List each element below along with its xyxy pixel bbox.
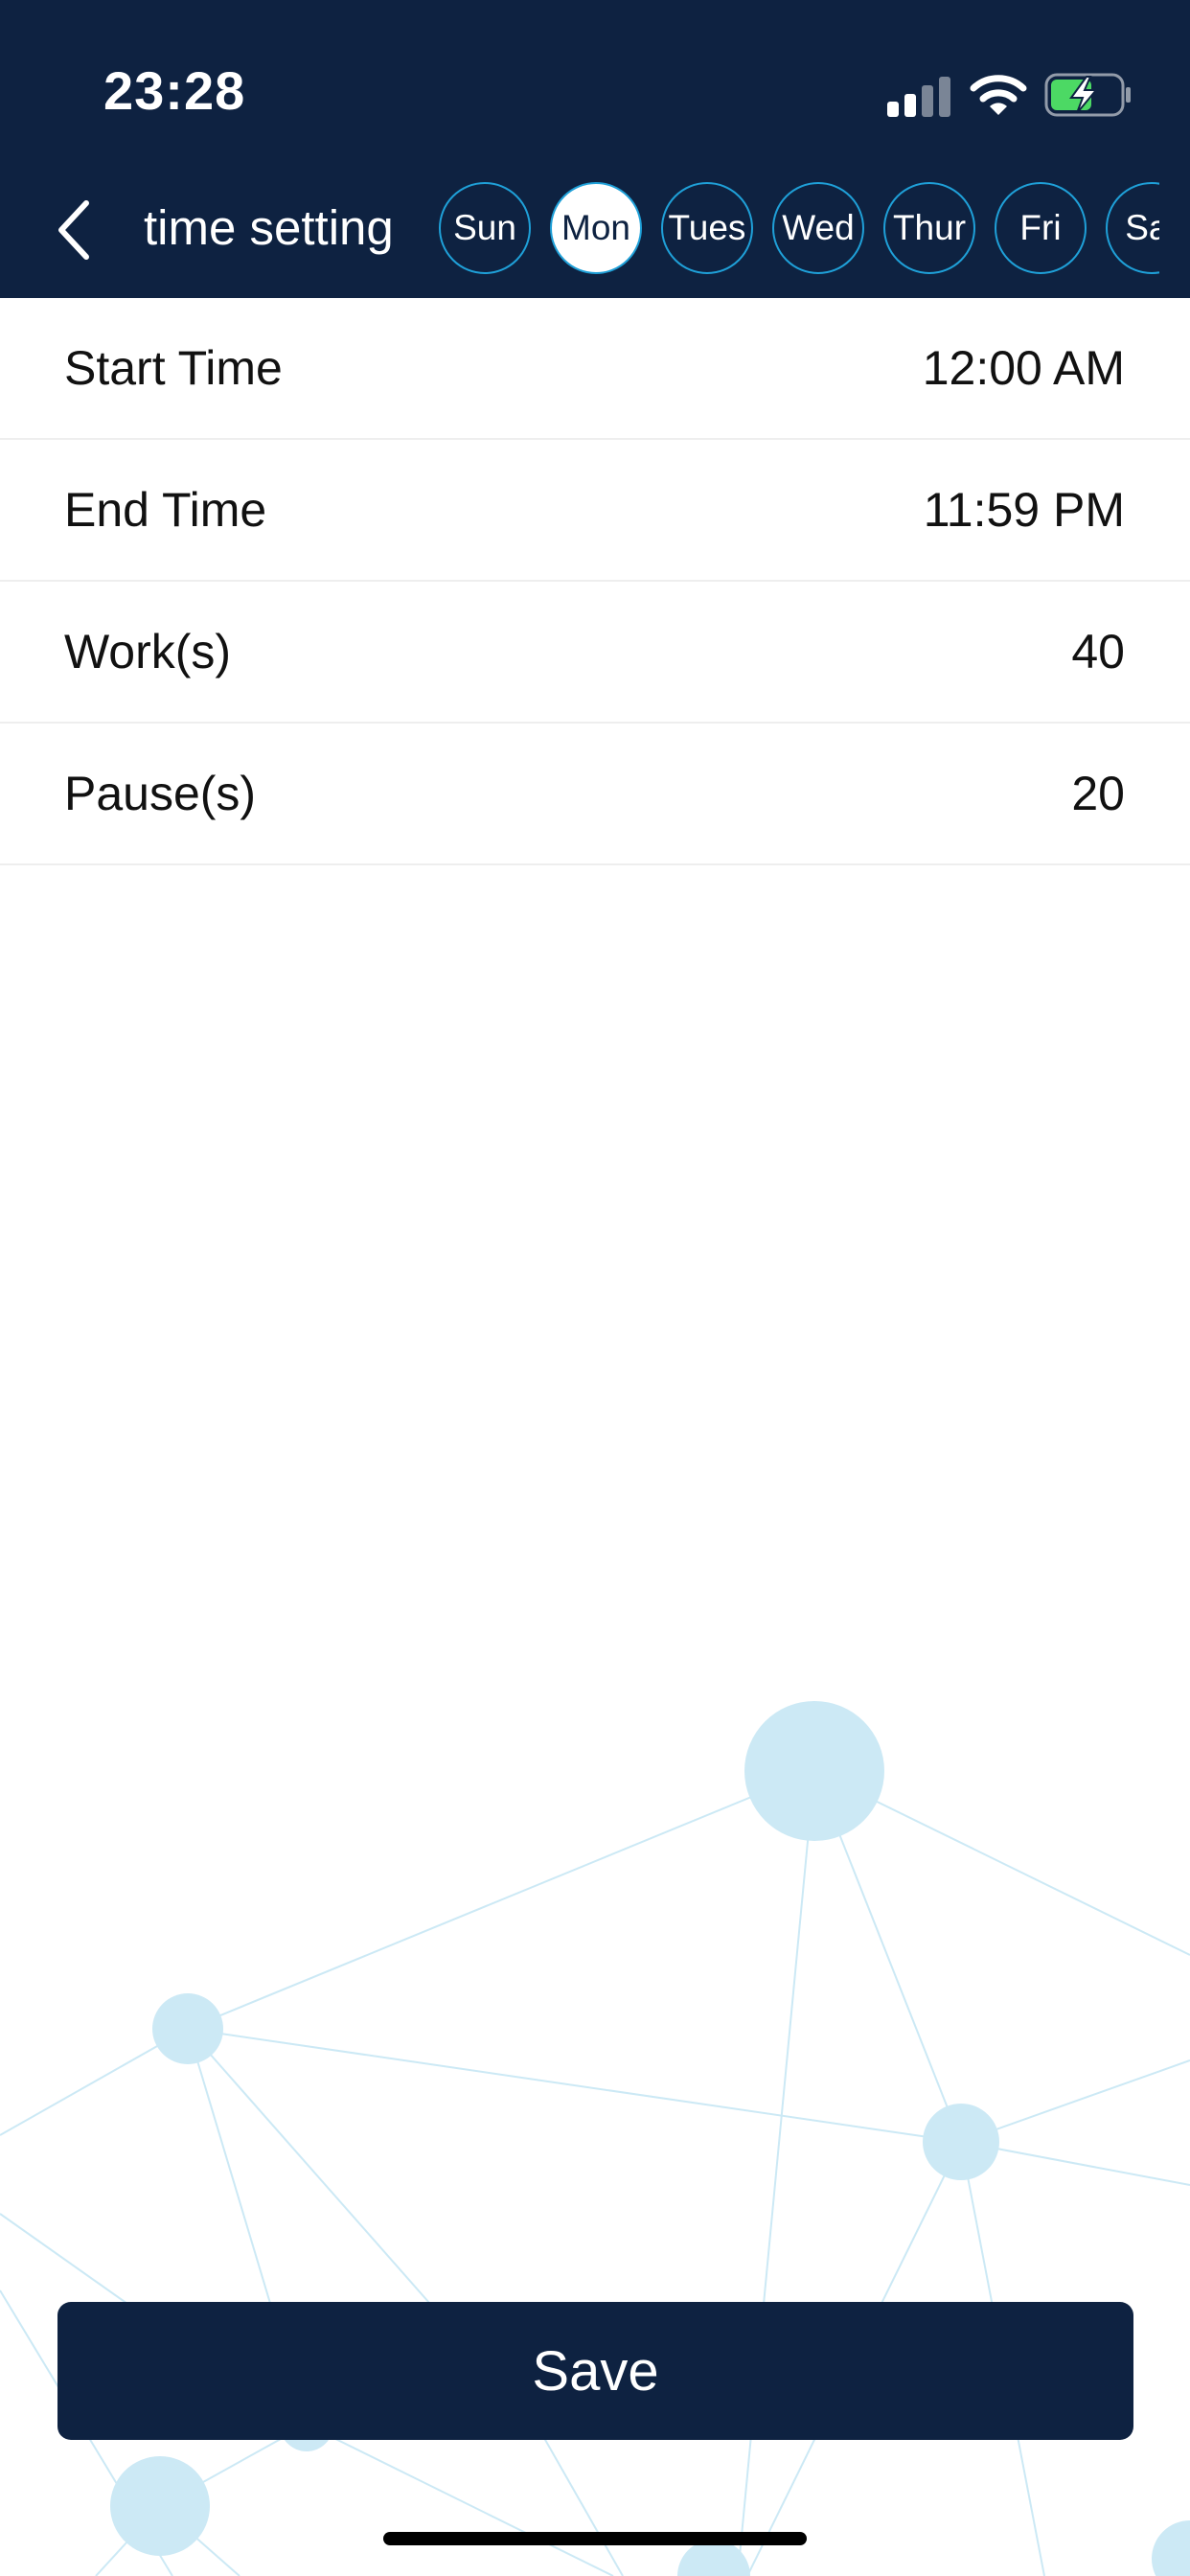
back-button[interactable] (48, 192, 105, 268)
battery-charging-icon (1044, 73, 1131, 117)
page-title: time setting (144, 200, 394, 255)
start-time-value: 12:00 AM (922, 341, 1125, 395)
wifi-icon (970, 75, 1027, 115)
day-thur[interactable]: Thur (883, 182, 975, 274)
end-time-label: End Time (64, 483, 267, 537)
start-time-row[interactable]: Start Time 12:00 AM (0, 298, 1190, 440)
start-time-label: Start Time (64, 341, 283, 395)
weekday-selector: Sun Mon Tues Wed Thur Fri Sat (439, 182, 1159, 278)
day-wed[interactable]: Wed (772, 182, 864, 274)
pause-value: 20 (1071, 767, 1125, 820)
day-sun[interactable]: Sun (439, 182, 531, 274)
cellular-signal-icon (887, 75, 950, 117)
home-indicator[interactable] (383, 2532, 807, 2545)
end-time-value: 11:59 PM (923, 483, 1125, 537)
work-row[interactable]: Work(s) 40 (0, 582, 1190, 724)
header-bar: 23:28 time setting Sun Mon Tues Wed Thur… (0, 0, 1190, 298)
work-value: 40 (1071, 625, 1125, 678)
end-time-row[interactable]: End Time 11:59 PM (0, 440, 1190, 582)
pause-label: Pause(s) (64, 767, 257, 820)
work-label: Work(s) (64, 625, 232, 678)
network-background-decoration (0, 1701, 1190, 2576)
day-mon[interactable]: Mon (550, 182, 642, 274)
day-tues[interactable]: Tues (661, 182, 753, 274)
day-sat[interactable]: Sat (1106, 182, 1159, 274)
save-button[interactable]: Save (57, 2302, 1133, 2440)
day-fri[interactable]: Fri (995, 182, 1087, 274)
pause-row[interactable]: Pause(s) 20 (0, 724, 1190, 865)
status-time: 23:28 (103, 60, 246, 121)
